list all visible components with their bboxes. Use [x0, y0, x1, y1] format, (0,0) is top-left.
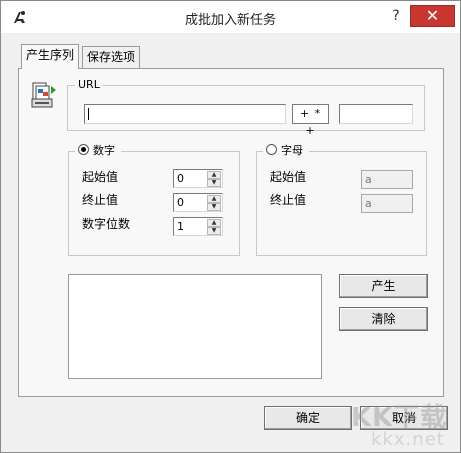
help-button[interactable]: ? — [388, 7, 404, 25]
tab-generate-sequence[interactable]: 产生序列 — [21, 44, 80, 69]
watermark-subtext: kkx.net — [371, 429, 445, 450]
letter-radio-legend: 字母 — [263, 144, 309, 158]
number-radio[interactable] — [78, 144, 89, 155]
number-start-label: 起始值 — [82, 170, 119, 184]
dialog-window: 成批加入新任务 ? ✕ 产生序列 保存选项 URL + * + 数字 起始值 0… — [0, 0, 461, 453]
title-bar: 成批加入新任务 ? ✕ — [1, 1, 460, 33]
generated-url-list[interactable] — [68, 274, 322, 379]
letter-start-input[interactable]: a — [361, 170, 413, 189]
spin-down-icon[interactable]: ▼ — [207, 179, 221, 187]
letter-start-value: a — [365, 173, 372, 186]
spin-up-icon[interactable]: ▲ — [207, 219, 221, 227]
spin-down-icon[interactable]: ▼ — [207, 227, 221, 235]
tab-panel: URL + * + 数字 起始值 0 ▲ ▼ 终止值 0 ▲ ▼ 数字位数 1 … — [18, 68, 444, 397]
url-group: URL + * + — [67, 78, 425, 137]
letter-radio-label: 字母 — [281, 144, 303, 157]
number-group: 数字 起始值 0 ▲ ▼ 终止值 0 ▲ ▼ 数字位数 1 ▲ ▼ — [68, 144, 240, 256]
letter-group: 字母 起始值 a 终止值 a — [256, 144, 427, 256]
number-digits-value: 1 — [177, 220, 184, 233]
number-start-stepper[interactable]: 0 ▲ ▼ — [173, 169, 223, 188]
number-end-value: 0 — [177, 196, 184, 209]
letter-end-label: 终止值 — [270, 193, 307, 207]
spin-down-icon[interactable]: ▼ — [207, 203, 221, 211]
number-digits-stepper[interactable]: 1 ▲ ▼ — [173, 217, 223, 236]
number-end-label: 终止值 — [82, 193, 119, 207]
spin-up-icon[interactable]: ▲ — [207, 195, 221, 203]
number-radio-legend: 数字 — [75, 144, 121, 158]
wildcard-separator: + * + — [292, 104, 329, 137]
number-end-stepper[interactable]: 0 ▲ ▼ — [173, 193, 223, 212]
letter-end-input[interactable]: a — [361, 194, 413, 213]
spin-up-icon[interactable]: ▲ — [207, 171, 221, 179]
url-input[interactable] — [84, 104, 286, 124]
number-digits-label: 数字位数 — [82, 217, 131, 231]
close-button[interactable]: ✕ — [410, 5, 455, 27]
tab-label: 产生序列 — [26, 48, 75, 62]
letter-start-label: 起始值 — [270, 170, 307, 184]
url-suffix-input[interactable] — [339, 104, 413, 124]
tab-save-options[interactable]: 保存选项 — [82, 46, 141, 68]
letter-radio[interactable] — [266, 144, 277, 155]
batch-download-icon — [29, 80, 59, 110]
number-radio-label: 数字 — [93, 144, 115, 157]
generate-button[interactable]: 产生 — [339, 274, 428, 298]
letter-end-value: a — [365, 197, 372, 210]
clear-button[interactable]: 清除 — [339, 307, 428, 331]
number-start-value: 0 — [177, 172, 184, 185]
url-group-legend: URL — [75, 78, 103, 92]
ok-button[interactable]: 确定 — [264, 406, 352, 430]
text-cursor — [88, 108, 89, 120]
tab-label: 保存选项 — [87, 50, 136, 64]
